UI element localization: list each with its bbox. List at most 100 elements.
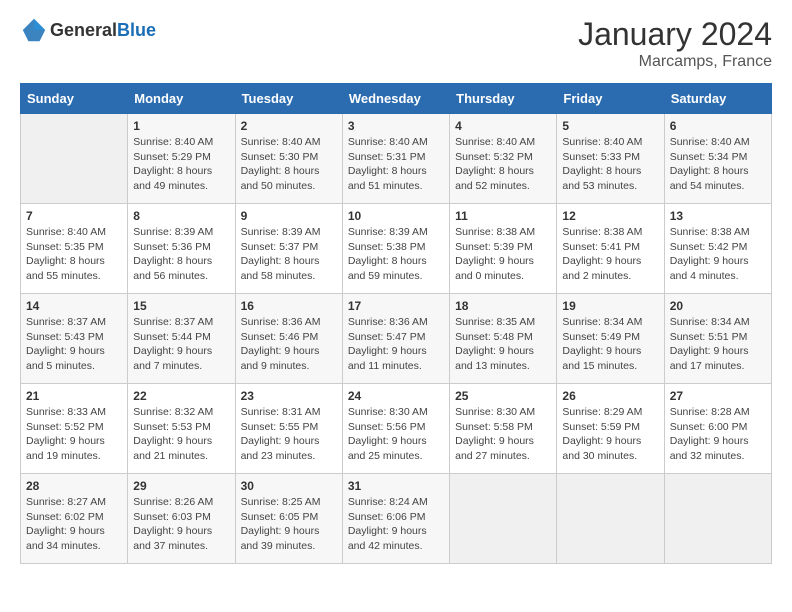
day-number: 8 <box>133 209 229 223</box>
day-detail: Sunrise: 8:31 AMSunset: 5:55 PMDaylight:… <box>241 405 337 464</box>
day-detail: Sunrise: 8:26 AMSunset: 6:03 PMDaylight:… <box>133 495 229 554</box>
day-number: 15 <box>133 299 229 313</box>
day-detail: Sunrise: 8:30 AMSunset: 5:56 PMDaylight:… <box>348 405 444 464</box>
calendar-cell: 11 Sunrise: 8:38 AMSunset: 5:39 PMDayligh… <box>450 204 557 294</box>
day-number: 28 <box>26 479 122 493</box>
day-number: 31 <box>348 479 444 493</box>
calendar-cell: 28Sunrise: 8:27 AMSunset: 6:02 PMDayligh… <box>21 474 128 564</box>
calendar-cell: 22Sunrise: 8:32 AMSunset: 5:53 PMDayligh… <box>128 384 235 474</box>
calendar-cell <box>21 114 128 204</box>
calendar-cell: 12 Sunrise: 8:38 AMSunset: 5:41 PMDayligh… <box>557 204 664 294</box>
calendar-cell: 8 Sunrise: 8:39 AMSunset: 5:36 PMDaylight… <box>128 204 235 294</box>
calendar-cell: 9Sunrise: 8:39 AMSunset: 5:37 PMDaylight… <box>235 204 342 294</box>
day-number: 6 <box>670 119 766 133</box>
weekday-header-row: SundayMondayTuesdayWednesdayThursdayFrid… <box>21 84 772 114</box>
logo-blue-text: Blue <box>117 20 156 40</box>
title-block: January 2024 Marcamps, France <box>578 16 772 71</box>
calendar-cell: 30 Sunrise: 8:25 AMSunset: 6:05 PMDayligh… <box>235 474 342 564</box>
day-detail: Sunrise: 8:36 AMSunset: 5:46 PMDaylight:… <box>241 315 337 374</box>
day-number: 16 <box>241 299 337 313</box>
calendar-week-row: 21 Sunrise: 8:33 AMSunset: 5:52 PMDayligh… <box>21 384 772 474</box>
day-detail: Sunrise: 8:38 AMSunset: 5:42 PMDaylight:… <box>670 225 766 284</box>
day-number: 25 <box>455 389 551 403</box>
day-number: 2 <box>241 119 337 133</box>
calendar-cell: 1 Sunrise: 8:40 AMSunset: 5:29 PMDaylight… <box>128 114 235 204</box>
day-number: 23 <box>241 389 337 403</box>
day-detail: Sunrise: 8:36 AMSunset: 5:47 PMDaylight:… <box>348 315 444 374</box>
calendar-week-row: 14Sunrise: 8:37 AMSunset: 5:43 PMDayligh… <box>21 294 772 384</box>
calendar-cell: 23 Sunrise: 8:31 AMSunset: 5:55 PMDayligh… <box>235 384 342 474</box>
day-number: 7 <box>26 209 122 223</box>
day-detail: Sunrise: 8:40 AMSunset: 5:34 PMDaylight:… <box>670 135 766 194</box>
calendar-week-row: 1 Sunrise: 8:40 AMSunset: 5:29 PMDaylight… <box>21 114 772 204</box>
month-title: January 2024 <box>578 16 772 53</box>
day-detail: Sunrise: 8:38 AMSunset: 5:39 PMDaylight:… <box>455 225 551 284</box>
day-detail: Sunrise: 8:34 AMSunset: 5:49 PMDaylight:… <box>562 315 658 374</box>
day-detail: Sunrise: 8:25 AMSunset: 6:05 PMDaylight:… <box>241 495 337 554</box>
day-number: 13 <box>670 209 766 223</box>
day-detail: Sunrise: 8:35 AMSunset: 5:48 PMDaylight:… <box>455 315 551 374</box>
day-number: 11 <box>455 209 551 223</box>
day-detail: Sunrise: 8:30 AMSunset: 5:58 PMDaylight:… <box>455 405 551 464</box>
logo-text: GeneralBlue <box>50 20 156 41</box>
day-detail: Sunrise: 8:40 AMSunset: 5:32 PMDaylight:… <box>455 135 551 194</box>
calendar-week-row: 28Sunrise: 8:27 AMSunset: 6:02 PMDayligh… <box>21 474 772 564</box>
day-number: 29 <box>133 479 229 493</box>
calendar-cell: 7 Sunrise: 8:40 AMSunset: 5:35 PMDaylight… <box>21 204 128 294</box>
logo-icon <box>20 16 48 44</box>
day-detail: Sunrise: 8:40 AMSunset: 5:35 PMDaylight:… <box>26 225 122 284</box>
day-detail: Sunrise: 8:32 AMSunset: 5:53 PMDaylight:… <box>133 405 229 464</box>
weekday-header-tuesday: Tuesday <box>235 84 342 114</box>
calendar-cell: 29 Sunrise: 8:26 AMSunset: 6:03 PMDayligh… <box>128 474 235 564</box>
weekday-header-friday: Friday <box>557 84 664 114</box>
calendar-cell: 15 Sunrise: 8:37 AMSunset: 5:44 PMDayligh… <box>128 294 235 384</box>
logo: GeneralBlue <box>20 16 156 44</box>
calendar-cell: 13 Sunrise: 8:38 AMSunset: 5:42 PMDayligh… <box>664 204 771 294</box>
calendar-cell: 19Sunrise: 8:34 AMSunset: 5:49 PMDayligh… <box>557 294 664 384</box>
calendar-cell: 31 Sunrise: 8:24 AMSunset: 6:06 PMDayligh… <box>342 474 449 564</box>
day-detail: Sunrise: 8:24 AMSunset: 6:06 PMDaylight:… <box>348 495 444 554</box>
day-detail: Sunrise: 8:28 AMSunset: 6:00 PMDaylight:… <box>670 405 766 464</box>
day-number: 3 <box>348 119 444 133</box>
day-detail: Sunrise: 8:37 AMSunset: 5:43 PMDaylight:… <box>26 315 122 374</box>
day-number: 21 <box>26 389 122 403</box>
calendar-cell: 20 Sunrise: 8:34 AMSunset: 5:51 PMDayligh… <box>664 294 771 384</box>
calendar-cell: 5 Sunrise: 8:40 AMSunset: 5:33 PMDaylight… <box>557 114 664 204</box>
day-detail: Sunrise: 8:39 AMSunset: 5:36 PMDaylight:… <box>133 225 229 284</box>
day-detail: Sunrise: 8:33 AMSunset: 5:52 PMDaylight:… <box>26 405 122 464</box>
day-detail: Sunrise: 8:40 AMSunset: 5:33 PMDaylight:… <box>562 135 658 194</box>
day-detail: Sunrise: 8:29 AMSunset: 5:59 PMDaylight:… <box>562 405 658 464</box>
weekday-header-thursday: Thursday <box>450 84 557 114</box>
calendar-cell: 25 Sunrise: 8:30 AMSunset: 5:58 PMDayligh… <box>450 384 557 474</box>
weekday-header-sunday: Sunday <box>21 84 128 114</box>
calendar-cell: 14Sunrise: 8:37 AMSunset: 5:43 PMDayligh… <box>21 294 128 384</box>
calendar-cell: 10Sunrise: 8:39 AMSunset: 5:38 PMDayligh… <box>342 204 449 294</box>
day-detail: Sunrise: 8:37 AMSunset: 5:44 PMDaylight:… <box>133 315 229 374</box>
calendar-cell: 24 Sunrise: 8:30 AMSunset: 5:56 PMDayligh… <box>342 384 449 474</box>
day-number: 1 <box>133 119 229 133</box>
day-detail: Sunrise: 8:39 AMSunset: 5:38 PMDaylight:… <box>348 225 444 284</box>
calendar-cell: 26Sunrise: 8:29 AMSunset: 5:59 PMDayligh… <box>557 384 664 474</box>
day-number: 20 <box>670 299 766 313</box>
day-number: 5 <box>562 119 658 133</box>
day-detail: Sunrise: 8:40 AMSunset: 5:29 PMDaylight:… <box>133 135 229 194</box>
day-number: 24 <box>348 389 444 403</box>
page-header: GeneralBlue January 2024 Marcamps, Franc… <box>20 16 772 71</box>
calendar-cell: 3Sunrise: 8:40 AMSunset: 5:31 PMDaylight… <box>342 114 449 204</box>
day-number: 18 <box>455 299 551 313</box>
calendar-table: SundayMondayTuesdayWednesdayThursdayFrid… <box>20 83 772 564</box>
day-number: 4 <box>455 119 551 133</box>
calendar-cell <box>557 474 664 564</box>
day-detail: Sunrise: 8:38 AMSunset: 5:41 PMDaylight:… <box>562 225 658 284</box>
day-number: 17 <box>348 299 444 313</box>
weekday-header-saturday: Saturday <box>664 84 771 114</box>
day-number: 30 <box>241 479 337 493</box>
day-detail: Sunrise: 8:40 AMSunset: 5:30 PMDaylight:… <box>241 135 337 194</box>
calendar-week-row: 7 Sunrise: 8:40 AMSunset: 5:35 PMDaylight… <box>21 204 772 294</box>
calendar-cell: 27Sunrise: 8:28 AMSunset: 6:00 PMDayligh… <box>664 384 771 474</box>
location-title: Marcamps, France <box>578 53 772 71</box>
calendar-cell: 17 Sunrise: 8:36 AMSunset: 5:47 PMDayligh… <box>342 294 449 384</box>
day-number: 12 <box>562 209 658 223</box>
calendar-cell <box>450 474 557 564</box>
day-detail: Sunrise: 8:34 AMSunset: 5:51 PMDaylight:… <box>670 315 766 374</box>
